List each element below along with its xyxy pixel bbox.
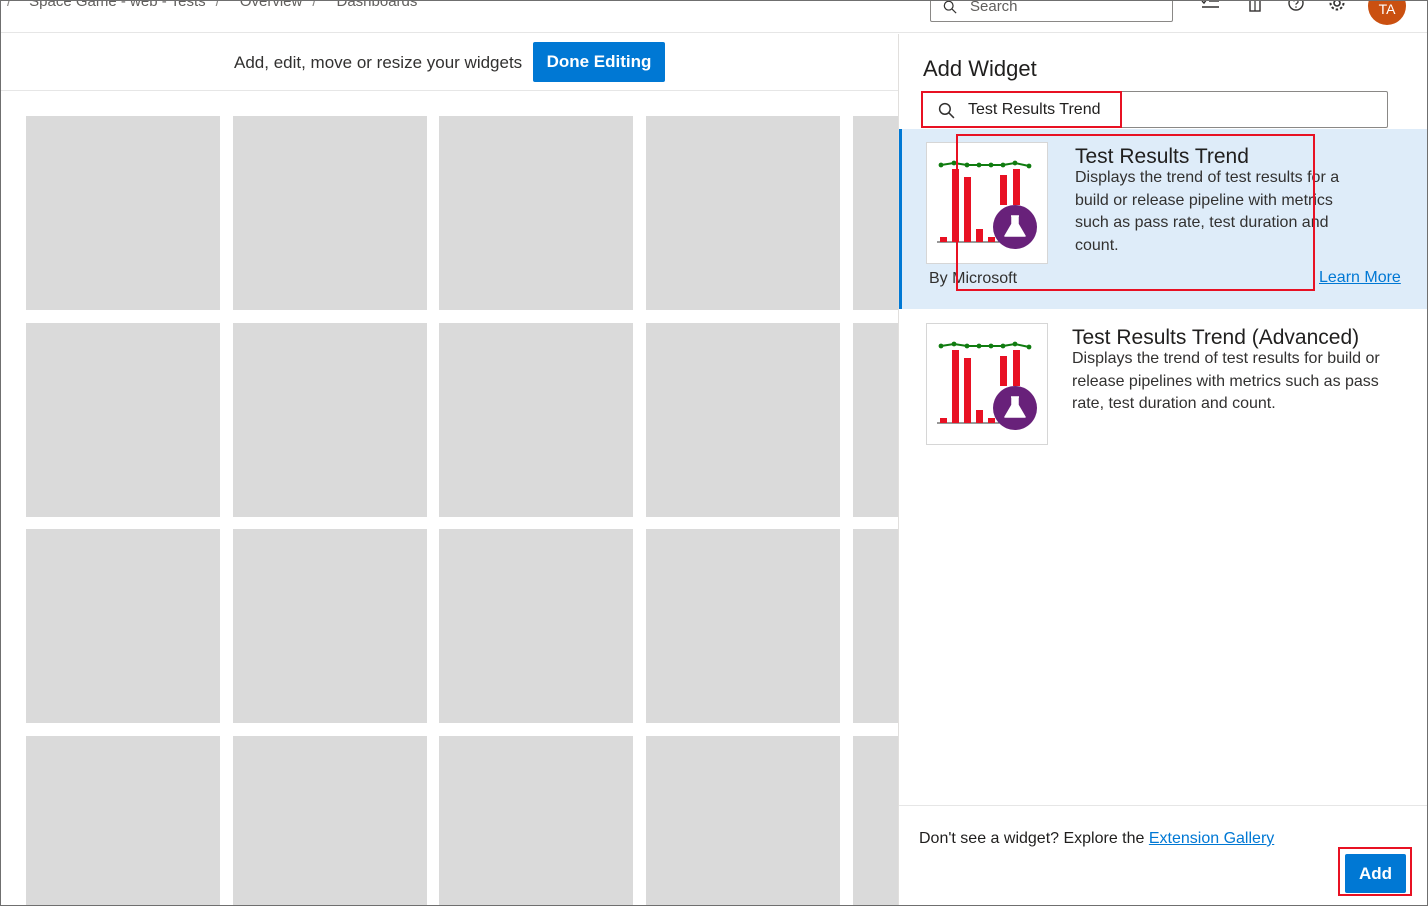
add-widget-panel: Add Widget Test Results Trend Test Resul… bbox=[898, 34, 1427, 905]
trend-chart-icon bbox=[937, 160, 1037, 249]
widget-placeholder-tile[interactable] bbox=[26, 529, 220, 723]
breadcrumb-overview[interactable]: Overview bbox=[240, 1, 303, 10]
widget-description: Displays the trend of test results for a… bbox=[1075, 169, 1340, 254]
breadcrumb-project[interactable]: Space Game - web - Tests bbox=[29, 1, 205, 10]
test-results-trend-thumbnail bbox=[926, 142, 1048, 264]
breadcrumb-dashboards[interactable]: Dashboards bbox=[337, 1, 418, 10]
panel-title: Add Widget bbox=[923, 56, 1037, 81]
widget-item-test-results-trend-advanced[interactable]: Test Results Trend (Advanced) Displays t… bbox=[899, 309, 1427, 469]
widget-placeholder-tile[interactable] bbox=[646, 116, 840, 310]
widget-placeholder-tile[interactable] bbox=[233, 529, 427, 723]
add-button[interactable]: Add bbox=[1345, 854, 1406, 893]
breadcrumb-separator: / bbox=[7, 0, 12, 10]
global-search-input[interactable]: Search bbox=[930, 0, 1173, 22]
widget-placeholder-tile[interactable] bbox=[439, 736, 633, 905]
clipboard-icon[interactable] bbox=[1245, 0, 1265, 15]
footer-text: Don't see a widget? Explore the bbox=[919, 830, 1145, 847]
avatar[interactable]: TA bbox=[1368, 1, 1406, 25]
widget-title: Test Results Trend bbox=[1075, 145, 1249, 168]
app-window: / Space Game - web - Tests / Overview / … bbox=[0, 0, 1428, 906]
breadcrumb-separator: / bbox=[312, 0, 317, 10]
widget-search-value: Test Results Trend bbox=[968, 101, 1101, 118]
top-bar: / Space Game - web - Tests / Overview / … bbox=[1, 0, 1427, 33]
widget-publisher: By Microsoft bbox=[929, 270, 1018, 287]
widget-placeholder-tile[interactable] bbox=[26, 323, 220, 517]
widget-placeholder-tile[interactable] bbox=[26, 116, 220, 310]
search-icon bbox=[938, 102, 955, 119]
search-icon bbox=[943, 1, 957, 14]
extension-gallery-link[interactable]: Extension Gallery bbox=[1149, 830, 1274, 847]
footer-message: Don't see a widget? Explore the Extensio… bbox=[919, 830, 1274, 848]
widget-placeholder-tile[interactable] bbox=[26, 736, 220, 905]
widget-placeholder-tile[interactable] bbox=[646, 736, 840, 905]
dashboard-grid bbox=[26, 116, 898, 905]
widget-placeholder-tile[interactable] bbox=[853, 116, 898, 310]
widget-title: Test Results Trend (Advanced) bbox=[1072, 326, 1360, 349]
widget-placeholder-tile[interactable] bbox=[439, 529, 633, 723]
widget-placeholder-tile[interactable] bbox=[233, 736, 427, 905]
widget-search-input[interactable]: Test Results Trend bbox=[921, 91, 1388, 128]
widget-placeholder-tile[interactable] bbox=[853, 323, 898, 517]
help-icon[interactable] bbox=[1286, 0, 1306, 15]
trend-chart-icon bbox=[937, 341, 1037, 430]
edit-mode-message: Add, edit, move or resize your widgets bbox=[234, 53, 523, 72]
widget-placeholder-tile[interactable] bbox=[853, 529, 898, 723]
widget-placeholder-tile[interactable] bbox=[233, 116, 427, 310]
search-placeholder: Search bbox=[970, 0, 1018, 15]
done-editing-button[interactable]: Done Editing bbox=[533, 42, 665, 82]
test-results-trend-advanced-thumbnail bbox=[926, 323, 1048, 445]
panel-footer: Don't see a widget? Explore the Extensio… bbox=[899, 805, 1427, 905]
widget-placeholder-tile[interactable] bbox=[439, 116, 633, 310]
checklist-icon[interactable] bbox=[1200, 0, 1220, 15]
widget-placeholder-tile[interactable] bbox=[853, 736, 898, 905]
breadcrumb: / Space Game - web - Tests / Overview / … bbox=[1, 0, 418, 10]
learn-more-link[interactable]: Learn More bbox=[1319, 269, 1401, 287]
settings-icon[interactable] bbox=[1327, 0, 1347, 15]
widget-item-test-results-trend[interactable]: Test Results Trend Displays the trend of… bbox=[899, 129, 1427, 309]
widget-placeholder-tile[interactable] bbox=[646, 529, 840, 723]
breadcrumb-separator: / bbox=[215, 0, 220, 10]
widget-placeholder-tile[interactable] bbox=[439, 323, 633, 517]
widget-description: Displays the trend of test results for b… bbox=[1072, 350, 1380, 412]
edit-mode-bar: Add, edit, move or resize your widgets D… bbox=[1, 34, 898, 91]
widget-placeholder-tile[interactable] bbox=[646, 323, 840, 517]
widget-placeholder-tile[interactable] bbox=[233, 323, 427, 517]
